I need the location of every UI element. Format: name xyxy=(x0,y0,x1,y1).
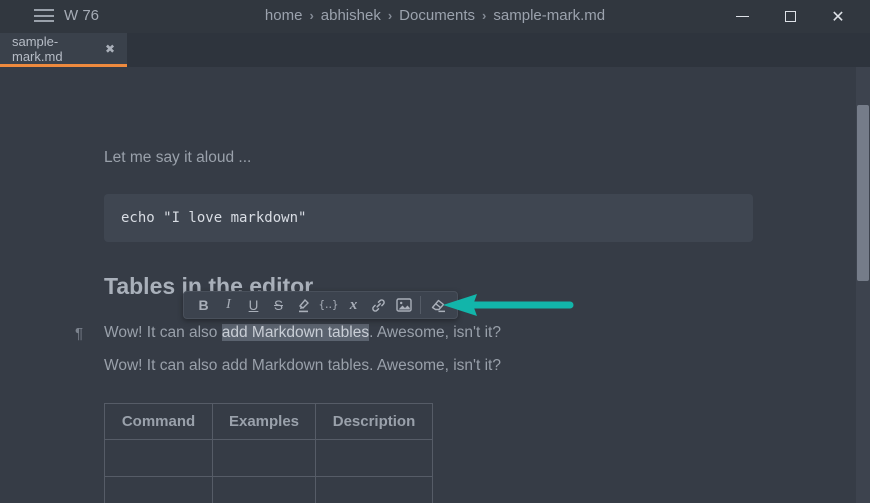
close-window-button[interactable]: ✕ xyxy=(814,0,862,33)
table-cell[interactable] xyxy=(105,440,213,477)
scrollbar-track[interactable] xyxy=(856,67,870,503)
clear-format-button[interactable] xyxy=(425,292,450,318)
inline-math-button[interactable]: x xyxy=(341,292,366,318)
code-block[interactable]: echo "I love markdown" xyxy=(104,194,753,242)
table-cell[interactable] xyxy=(316,440,433,477)
annotation-arrow xyxy=(440,292,574,318)
table-cell[interactable] xyxy=(213,440,316,477)
breadcrumb-item: sample-mark.md xyxy=(493,7,605,24)
table-header-cell[interactable]: Command xyxy=(105,404,213,440)
app-window: W 76 home›abhishek›Documents›sample-mark… xyxy=(0,0,870,503)
maximize-button[interactable] xyxy=(766,0,814,33)
highlight-button[interactable] xyxy=(291,292,316,318)
intro-paragraph[interactable]: Let me say it aloud ... xyxy=(104,149,251,167)
paragraph-marker-icon: ¶ xyxy=(75,325,83,342)
code-block-text: echo "I love markdown" xyxy=(121,210,306,226)
editor-area[interactable]: Let me say it aloud ... echo "I love mar… xyxy=(0,67,856,503)
table-row xyxy=(105,477,433,503)
minimize-icon xyxy=(736,16,749,18)
paragraph-plain[interactable]: Wow! It can also add Markdown tables. Aw… xyxy=(104,357,501,375)
breadcrumb-item: Documents xyxy=(399,7,475,24)
highlighter-icon xyxy=(296,297,312,313)
link-button[interactable] xyxy=(366,292,391,318)
breadcrumb-item: abhishek xyxy=(321,7,381,24)
underline-button[interactable]: U xyxy=(241,292,266,318)
paragraph-text: . Awesome, isn't it? xyxy=(369,324,501,341)
breadcrumb-item: home xyxy=(265,7,303,24)
table-header-cell[interactable]: Examples xyxy=(213,404,316,440)
eraser-icon xyxy=(430,298,446,313)
minimize-button[interactable] xyxy=(718,0,766,33)
table-cell[interactable] xyxy=(105,477,213,503)
chevron-right-icon: › xyxy=(388,8,392,23)
scrollbar-thumb[interactable] xyxy=(857,105,869,281)
toolbar-divider xyxy=(420,296,421,314)
window-controls: ✕ xyxy=(718,0,862,33)
title-bar: W 76 home›abhishek›Documents›sample-mark… xyxy=(0,0,870,33)
image-icon xyxy=(396,298,412,312)
paragraph-with-selection[interactable]: Wow! It can also add Markdown tables. Aw… xyxy=(104,324,501,342)
link-icon xyxy=(371,298,386,313)
image-button[interactable] xyxy=(391,292,416,318)
chevron-right-icon: › xyxy=(482,8,486,23)
strikethrough-button[interactable]: S xyxy=(266,292,291,318)
maximize-icon xyxy=(785,11,796,22)
chevron-right-icon: › xyxy=(309,8,313,23)
table-header-row: Command Examples Description xyxy=(105,404,433,440)
inline-code-button[interactable]: {‥} xyxy=(316,292,341,318)
table-cell[interactable] xyxy=(213,477,316,503)
table-cell[interactable] xyxy=(316,477,433,503)
format-toolbar: B I U S {‥} x xyxy=(183,291,458,319)
bold-button[interactable]: B xyxy=(191,292,216,318)
italic-button[interactable]: I xyxy=(216,292,241,318)
paragraph-text: Wow! It can also xyxy=(104,324,222,341)
markdown-table: Command Examples Description xyxy=(104,403,433,503)
tab-label: sample-mark.md xyxy=(12,34,99,64)
tab-close-icon[interactable]: ✖ xyxy=(105,42,115,56)
table-header-cell[interactable]: Description xyxy=(316,404,433,440)
tab-bar: sample-mark.md ✖ xyxy=(0,33,870,67)
selected-text[interactable]: add Markdown tables xyxy=(222,324,369,341)
tab-sample-mark[interactable]: sample-mark.md ✖ xyxy=(0,33,127,67)
table-row xyxy=(105,440,433,477)
